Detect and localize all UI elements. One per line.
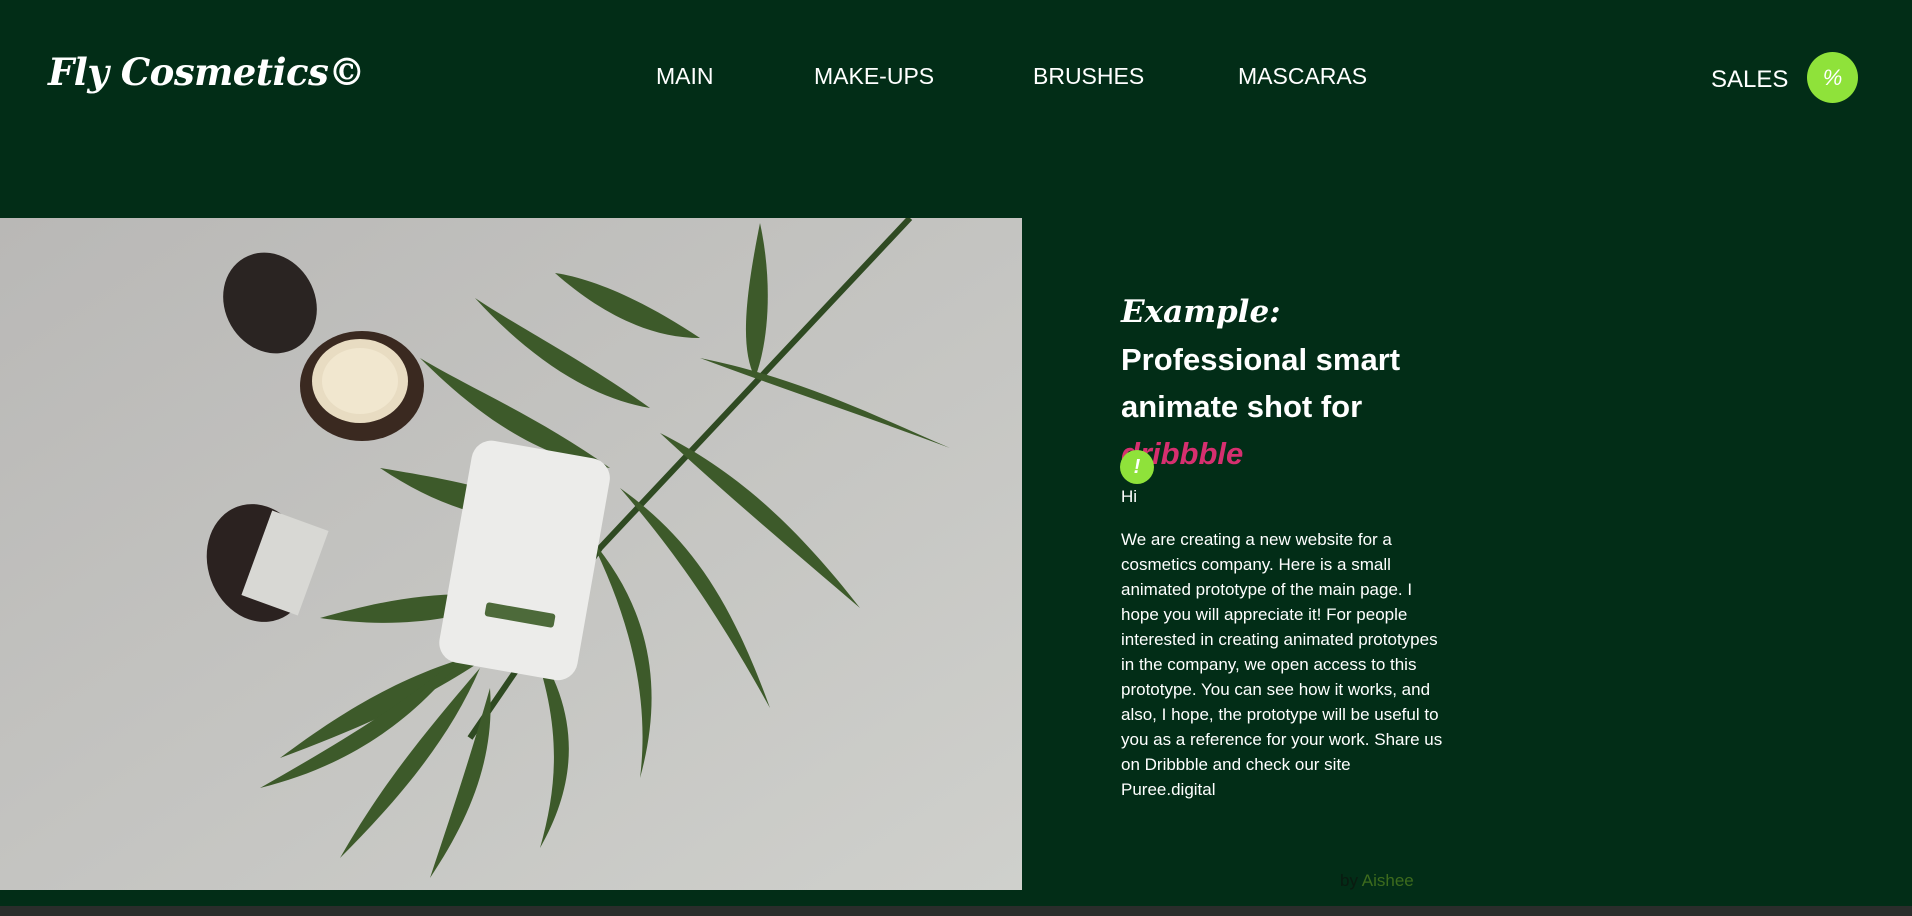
credit-author-link[interactable]: Aishee: [1362, 871, 1414, 890]
product-photo-illustration: [0, 218, 1022, 890]
credit-prefix: by: [1340, 871, 1358, 890]
nav-item-make-ups[interactable]: MAKE-UPS: [814, 63, 934, 90]
headline-prefix: Example:: [1121, 294, 1281, 330]
nav-item-brushes[interactable]: BRUSHES: [1033, 63, 1144, 90]
exclamation-icon: !: [1120, 450, 1154, 484]
sales-link[interactable]: SALES: [1711, 66, 1788, 94]
headline-main: Professional smart animate shot for: [1121, 342, 1401, 424]
nav-item-main[interactable]: MAIN: [656, 63, 714, 90]
headline: Example: Professional smart animate shot…: [1121, 288, 1461, 477]
greeting-text: Hi: [1121, 487, 1138, 506]
description-text: We are creating a new website for a cosm…: [1121, 530, 1443, 799]
author-credit: by Aishee: [1340, 871, 1414, 891]
nav-item-mascaras[interactable]: MASCARAS: [1238, 63, 1367, 90]
bottom-bar: [0, 906, 1912, 916]
percent-icon[interactable]: %: [1807, 52, 1858, 103]
hero-product-photo: [0, 218, 1022, 890]
site-logo[interactable]: Fly Cosmetics©: [48, 50, 365, 94]
